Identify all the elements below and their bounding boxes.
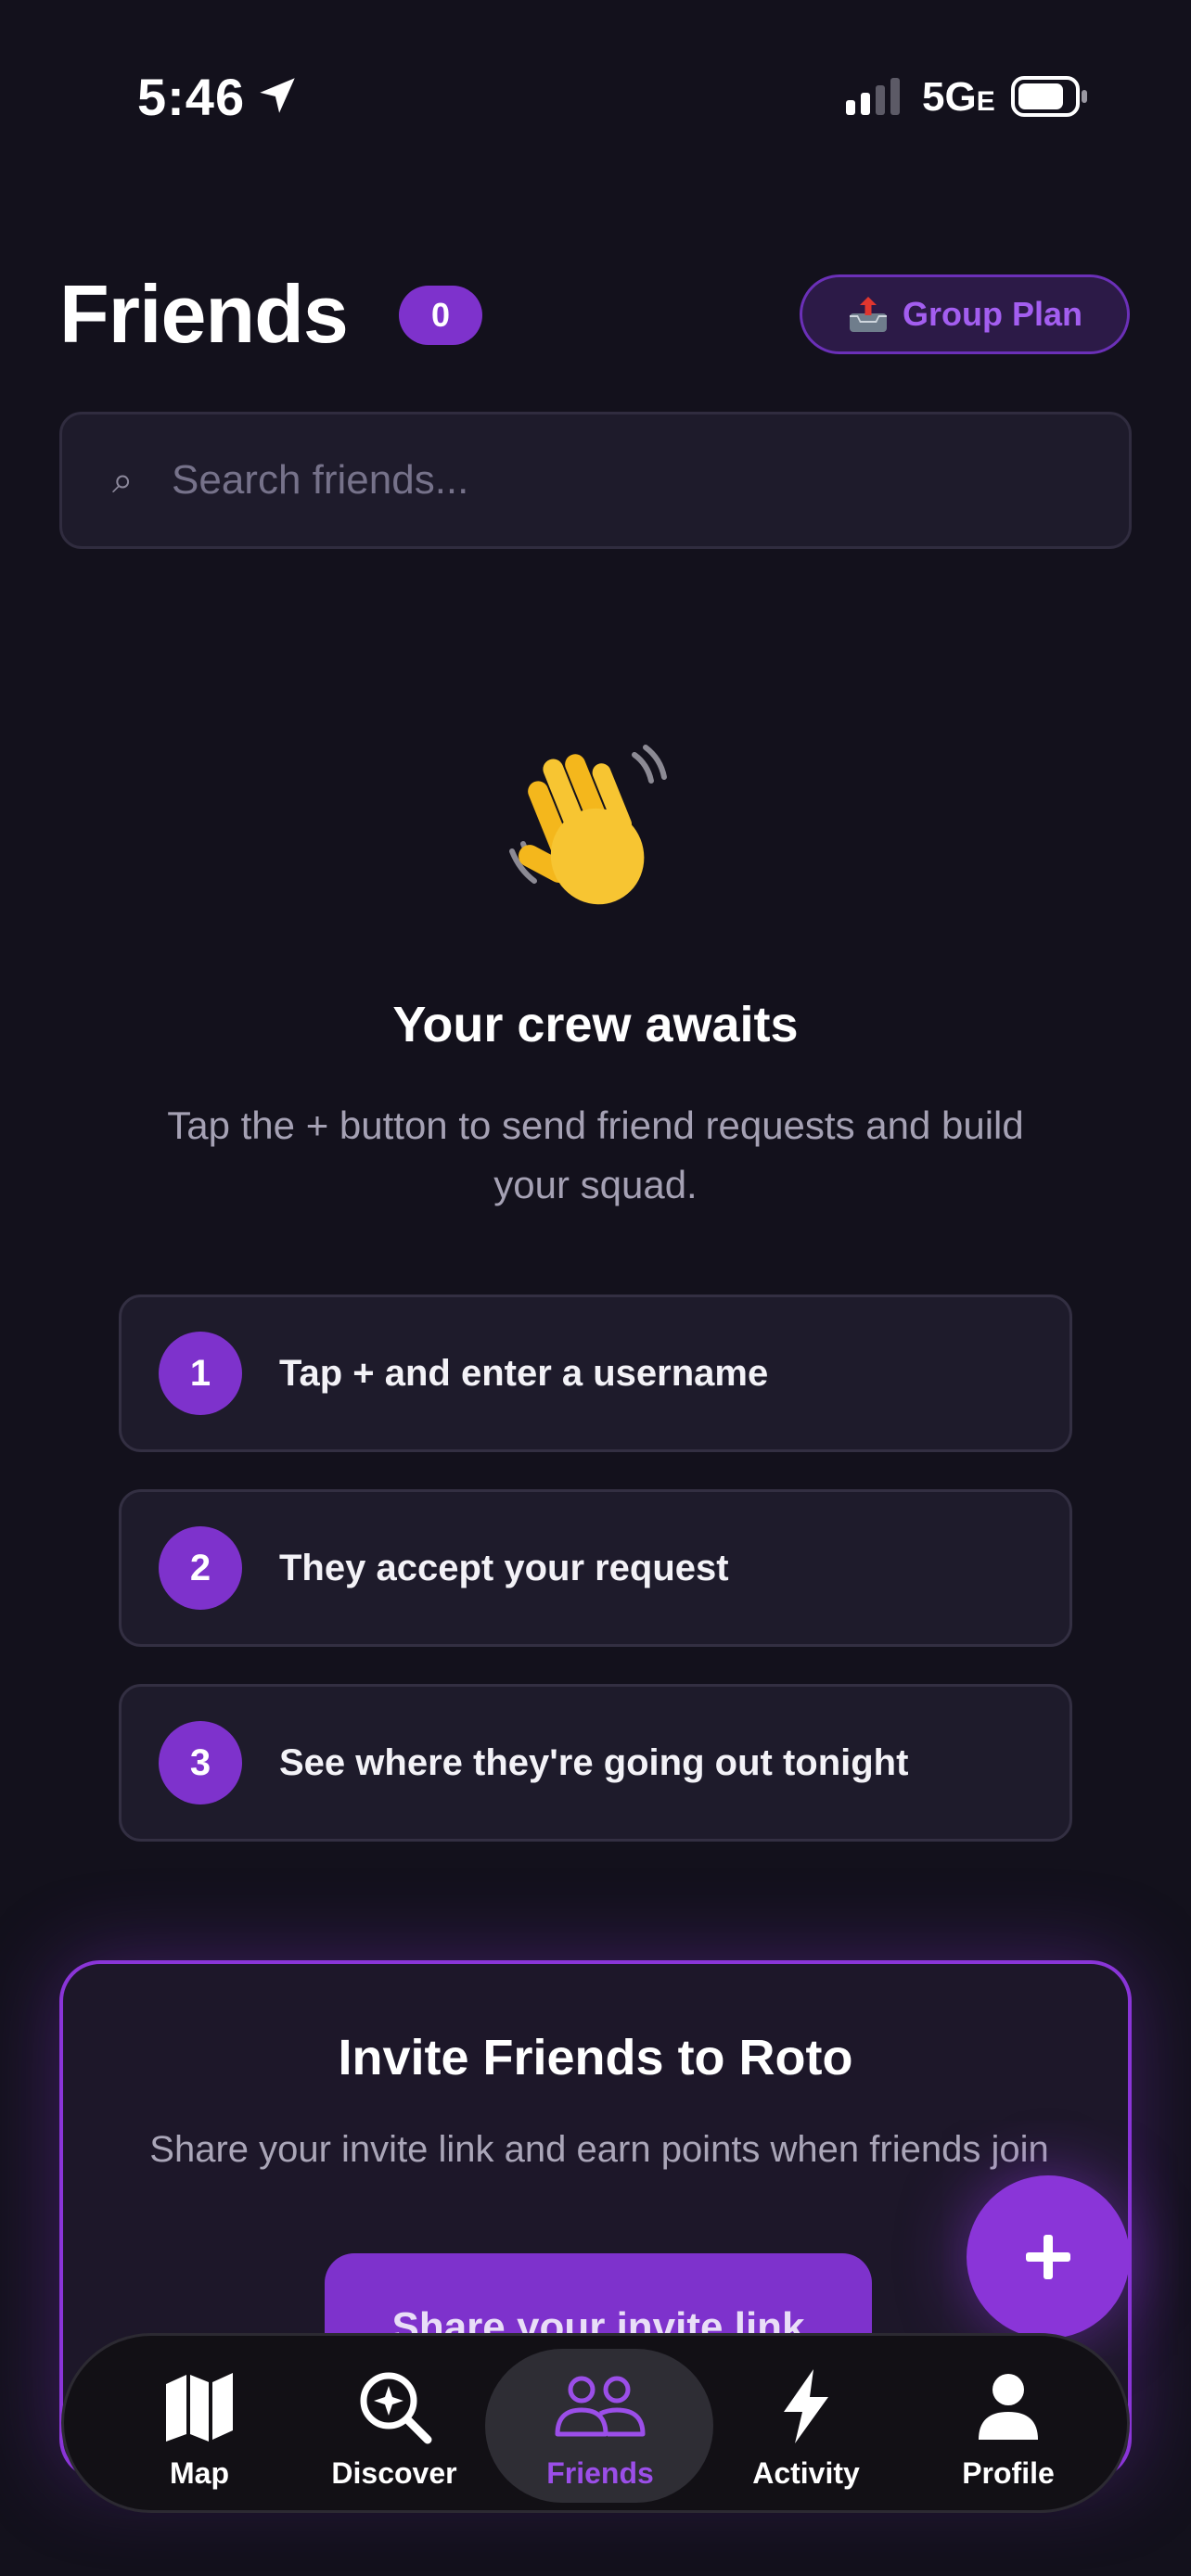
plus-icon — [1026, 2235, 1070, 2279]
cellular-signal-icon — [846, 78, 900, 115]
battery-icon — [1011, 76, 1087, 117]
status-time: 5:46 — [137, 68, 246, 126]
activity-icon — [784, 2369, 828, 2443]
empty-state-subtitle: Tap the + button to send friend requests… — [167, 1103, 1024, 1206]
bottom-tab-bar: Map Discover Friends Activity Profile — [61, 2333, 1130, 2513]
waving-hand-icon — [509, 745, 667, 905]
tab-map[interactable]: Map — [116, 2336, 283, 2516]
group-plan-button[interactable]: Group Plan — [800, 274, 1130, 354]
tab-label: Discover — [331, 2456, 457, 2490]
step-number-badge: 3 — [159, 1721, 242, 1804]
invite-subtitle: Share your invite link and earn points w… — [149, 2129, 1049, 2170]
tab-label: Map — [170, 2456, 229, 2490]
outbox-tray-icon — [849, 297, 887, 332]
tab-label: Profile — [962, 2456, 1055, 2490]
step-card-1: 1 Tap + and enter a username — [119, 1294, 1072, 1452]
group-plan-label: Group Plan — [902, 295, 1082, 333]
search-box[interactable]: ⌕ — [59, 412, 1132, 549]
empty-state-title: Your crew awaits — [392, 997, 799, 1052]
invite-title: Invite Friends to Roto — [338, 2030, 853, 2085]
status-bar: 5:46 5GE — [0, 0, 1191, 185]
step-text: Tap + and enter a username — [279, 1352, 769, 1394]
friends-icon — [555, 2376, 646, 2437]
tab-label: Activity — [752, 2456, 860, 2490]
step-number-badge: 2 — [159, 1526, 242, 1610]
tab-friends[interactable]: Friends — [507, 2336, 693, 2516]
step-text: See where they're going out tonight — [279, 1741, 909, 1783]
add-friend-button[interactable] — [967, 2175, 1130, 2339]
step-text: They accept your request — [279, 1547, 729, 1588]
network-type: 5GE — [922, 74, 995, 120]
step-number-badge: 1 — [159, 1332, 242, 1415]
profile-icon — [979, 2374, 1038, 2440]
map-icon — [166, 2373, 233, 2442]
location-arrow-icon — [260, 78, 295, 113]
step-card-2: 2 They accept your request — [119, 1489, 1072, 1647]
page-title: Friends — [59, 268, 349, 360]
step-card-3: 3 See where they're going out tonight — [119, 1684, 1072, 1842]
search-input[interactable] — [172, 457, 1006, 504]
tab-profile[interactable]: Profile — [916, 2336, 1101, 2516]
tab-label: Friends — [546, 2456, 654, 2490]
friend-count-badge: 0 — [399, 286, 482, 345]
tab-discover[interactable]: Discover — [301, 2336, 487, 2516]
search-icon: ⌕ — [112, 459, 134, 501]
discover-icon — [360, 2372, 432, 2444]
tab-activity[interactable]: Activity — [713, 2336, 899, 2516]
